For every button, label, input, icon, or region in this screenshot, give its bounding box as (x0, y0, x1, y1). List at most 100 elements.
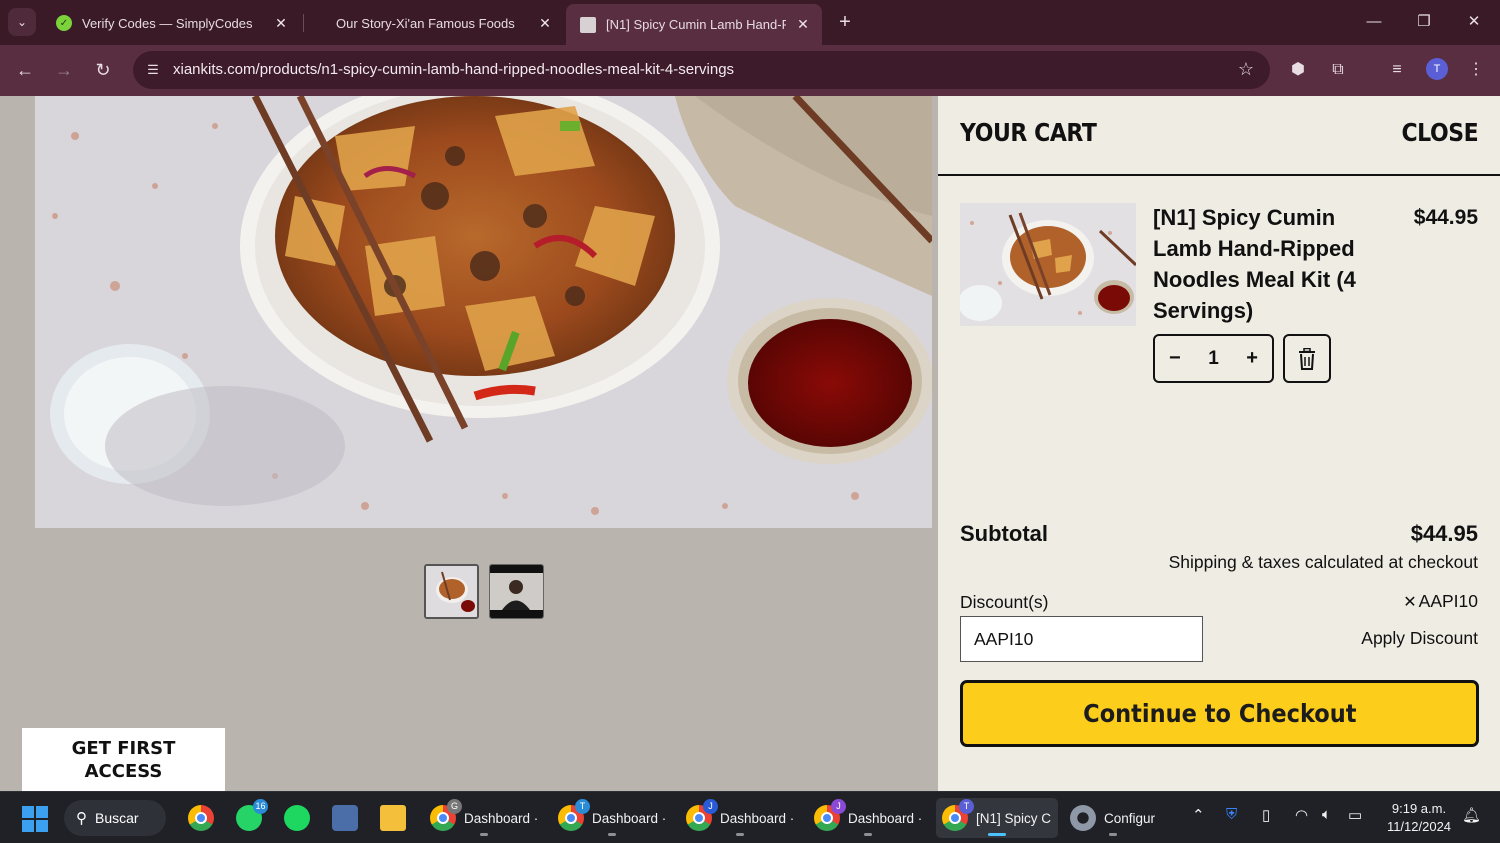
site-info-icon[interactable]: ☰ (143, 60, 163, 80)
new-tab-button[interactable]: + (834, 10, 856, 34)
volume-icon[interactable]: 🔈︎ (1322, 806, 1331, 823)
cart-header: YOUR CART CLOSE (938, 96, 1500, 176)
spotify-icon (284, 805, 310, 831)
taskbar-calculator[interactable] (326, 798, 364, 838)
close-window-button[interactable]: ✕ (1461, 10, 1487, 34)
chrome-icon: G (430, 799, 462, 831)
show-hidden-icons-chevron-icon[interactable]: ⌃ (1192, 806, 1205, 824)
tab-title: Our Story-Xi'an Famous Foods (336, 15, 515, 31)
taskbar-chrome-spicy-cumin[interactable]: T [N1] Spicy C (936, 798, 1058, 838)
tab-title: [N1] Spicy Cumin Lamb Hand-R (606, 17, 786, 32)
minimize-button[interactable]: — (1361, 10, 1387, 34)
extension-icon[interactable]: ⬢ (1286, 58, 1310, 82)
browser-tab-strip: ⌄ ✓ Verify Codes — SimplyCodes ✕ Our Sto… (0, 0, 1500, 45)
back-button[interactable]: ← (12, 57, 38, 83)
noodle-bowl-photo (35, 96, 932, 528)
taskbar-spotify[interactable] (278, 798, 316, 838)
get-first-access-text: GET FIRST ACCESS (71, 737, 176, 782)
apply-discount-button[interactable]: Apply Discount (1361, 628, 1478, 649)
search-label: Buscar (95, 810, 139, 826)
close-tab-icon[interactable]: ✕ (536, 15, 554, 32)
cart-title: YOUR CART (960, 118, 1097, 147)
taskbar-app-label: Dashboard · (592, 810, 667, 826)
profile-badge: J (831, 799, 846, 814)
taskbar-whatsapp[interactable]: 16 (230, 798, 268, 838)
applied-discount-tag: ✕ AAPI10 (1403, 591, 1478, 612)
checkout-button-label: Continue to Checkout (1082, 699, 1357, 728)
discount-label: Discount(s) (960, 592, 1049, 612)
tab-verify-codes[interactable]: ✓ Verify Codes — SimplyCodes ✕ (42, 6, 300, 40)
thumbnail-person-image (490, 565, 543, 618)
chrome-icon: T (558, 799, 590, 831)
shipping-note: Shipping & taxes calculated at checkout (1168, 552, 1478, 572)
search-icon: ⚲ (76, 810, 87, 827)
cart-item-image (960, 203, 1136, 326)
taskbar-chrome-dashboard-3[interactable]: J Dashboard · (680, 798, 800, 838)
profile-badge: G (447, 799, 462, 814)
discount-code-input[interactable] (960, 616, 1203, 662)
taskbar-chrome[interactable] (182, 798, 220, 838)
defender-shield-icon[interactable]: ⛨ (1226, 806, 1237, 823)
chrome-icon (188, 805, 214, 831)
profile-badge: T (959, 799, 974, 814)
profile-avatar[interactable]: T (1426, 58, 1448, 80)
thumbnail-video[interactable] (489, 564, 544, 619)
media-control-icon[interactable]: ≡ (1385, 58, 1409, 82)
cart-item-name[interactable]: [N1] Spicy Cumin Lamb Hand-Ripped Noodle… (1153, 202, 1373, 326)
restore-button[interactable]: ❐ (1411, 10, 1437, 34)
applied-discount-code: AAPI10 (1418, 591, 1478, 611)
tab-spicy-cumin-lamb[interactable]: [N1] Spicy Cumin Lamb Hand-R ✕ (566, 4, 822, 45)
notifications-bell-icon[interactable]: 🔔︎ (1462, 806, 1481, 824)
taskbar-settings[interactable]: Configur (1064, 798, 1161, 838)
folder-icon (380, 805, 406, 831)
taskbar-chrome-dashboard-4[interactable]: J Dashboard · (808, 798, 928, 838)
cart-drawer: YOUR CART CLOSE [N1] Spicy Cumin Lamb Ha… (938, 96, 1500, 791)
taskbar-app-label: Dashboard · (720, 810, 795, 826)
quantity-value[interactable]: 1 (1208, 348, 1219, 370)
tab-title: Verify Codes — SimplyCodes (82, 15, 253, 31)
decrease-quantity-button[interactable]: − (1169, 347, 1181, 370)
increase-quantity-button[interactable]: + (1246, 347, 1258, 370)
thumbnail-bowl[interactable] (424, 564, 479, 619)
tab-search-button[interactable]: ⌄ (8, 8, 36, 36)
calculator-icon (332, 805, 358, 831)
wifi-icon[interactable]: ◠ (1295, 806, 1308, 824)
taskbar-file-explorer[interactable] (374, 798, 412, 838)
close-tab-icon[interactable]: ✕ (794, 16, 812, 33)
reload-button[interactable]: ↻ (90, 57, 116, 83)
menu-kebab-icon[interactable]: ⋮ (1464, 58, 1488, 82)
taskbar-chrome-dashboard-1[interactable]: G Dashboard · (424, 798, 544, 838)
extensions-puzzle-icon[interactable]: ⧉ (1326, 58, 1350, 82)
close-cart-button[interactable]: CLOSE (1401, 118, 1478, 147)
usb-device-icon[interactable]: ▯ (1262, 806, 1270, 824)
taskbar-app-label: Configur (1104, 810, 1156, 826)
bookmark-star-icon[interactable]: ☆ (1238, 59, 1254, 80)
battery-icon[interactable]: ▭ (1348, 806, 1362, 824)
taskbar-chrome-dashboard-2[interactable]: T Dashboard · (552, 798, 672, 838)
close-tab-icon[interactable]: ✕ (272, 15, 290, 32)
checkout-button[interactable]: Continue to Checkout (960, 680, 1479, 747)
url-text[interactable]: xiankits.com/products/n1-spicy-cumin-lam… (173, 61, 734, 78)
chrome-icon: J (686, 799, 718, 831)
get-first-access-banner[interactable]: GET FIRST ACCESS (22, 728, 225, 791)
profile-badge: J (703, 799, 718, 814)
running-indicator (608, 833, 617, 836)
simplycodes-favicon-icon: ✓ (56, 15, 72, 31)
cart-item-photo (960, 203, 1136, 326)
remove-discount-icon[interactable]: ✕ (1403, 592, 1416, 612)
forward-button[interactable]: → (51, 57, 77, 83)
windows-start-icon[interactable] (22, 806, 48, 832)
running-indicator (480, 833, 489, 836)
subtotal-label: Subtotal (960, 521, 1048, 546)
address-bar[interactable]: ☰ xiankits.com/products/n1-spicy-cumin-l… (133, 51, 1270, 89)
windows-taskbar: ⚲ Buscar 16 G Dashboard · T Dashboard · … (0, 791, 1500, 843)
taskbar-clock[interactable]: 9:19 a.m. 11/12/2024 (1380, 800, 1458, 836)
thumbnail-bowl-image (426, 566, 477, 617)
taskbar-search[interactable]: ⚲ Buscar (64, 800, 166, 836)
tab-our-story[interactable]: Our Story-Xi'an Famous Foods ✕ (306, 6, 564, 40)
product-favicon-icon (580, 16, 596, 33)
remove-item-button[interactable] (1283, 334, 1331, 383)
taskbar-app-label: Dashboard · (848, 810, 923, 826)
running-indicator (1108, 833, 1117, 836)
product-hero-image (35, 96, 932, 528)
